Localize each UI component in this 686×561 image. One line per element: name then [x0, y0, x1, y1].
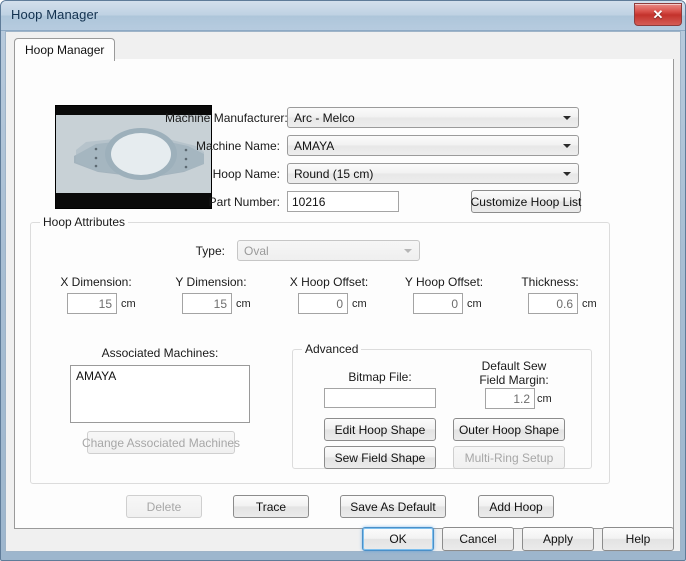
machine-manufacturer-combo[interactable]: Arc - Melco — [287, 107, 579, 128]
y-hoop-offset-label: Y Hoop Offset: — [404, 275, 484, 289]
trace-label: Trace — [255, 499, 287, 514]
y-dimension-unit: cm — [236, 298, 251, 310]
delete-button: Delete — [126, 495, 202, 518]
thickness-input[interactable] — [528, 293, 578, 314]
outer-hoop-shape-button[interactable]: Outer Hoop Shape — [453, 418, 565, 441]
associated-machines-label: Associated Machines: — [101, 346, 219, 360]
outer-hoop-shape-label: Outer Hoop Shape — [458, 422, 560, 437]
edit-hoop-shape-label: Edit Hoop Shape — [334, 422, 426, 437]
edit-hoop-shape-button[interactable]: Edit Hoop Shape — [324, 418, 436, 441]
default-sew-margin-label-line2: Field Margin: — [479, 373, 549, 387]
hoop-name-label: Hoop Name: — [212, 167, 280, 181]
default-sew-margin-label-line1: Default Sew — [481, 359, 547, 373]
apply-button[interactable]: Apply — [522, 527, 594, 551]
machine-name-label: Machine Name: — [195, 139, 280, 153]
change-associated-machines-label: Change Associated Machines — [81, 435, 241, 450]
chevron-down-icon — [563, 116, 571, 120]
close-button[interactable]: ✕ — [634, 3, 682, 26]
sew-field-shape-label: Sew Field Shape — [334, 450, 426, 465]
type-value: Oval — [244, 244, 269, 258]
tab-hoop-manager[interactable]: Hoop Manager — [14, 38, 116, 61]
tab-panel: Machine Manufacturer: Arc - Melco Machin… — [14, 59, 674, 529]
machine-name-combo[interactable]: AMAYA — [287, 135, 579, 156]
title-bar: Hoop Manager ✕ — [1, 1, 685, 31]
bitmap-file-label: Bitmap File: — [348, 370, 412, 384]
hoop-name-value: Round (15 cm) — [294, 167, 374, 181]
hoop-name-combo[interactable]: Round (15 cm) — [287, 163, 579, 184]
part-number-label: Part Number: — [208, 195, 280, 209]
x-dimension-input[interactable] — [67, 293, 117, 314]
cancel-button[interactable]: Cancel — [442, 527, 514, 551]
apply-label: Apply — [542, 532, 574, 546]
tab-strip: Hoop Manager — [14, 38, 674, 61]
multi-ring-setup-label: Multi-Ring Setup — [464, 450, 554, 465]
type-label: Type: — [195, 244, 225, 258]
part-number-input[interactable] — [287, 191, 399, 212]
help-label: Help — [625, 532, 651, 546]
tab-label: Hoop Manager — [25, 43, 105, 57]
customize-hoop-list-button[interactable]: Customize Hoop List — [471, 190, 581, 213]
cancel-label: Cancel — [459, 532, 497, 546]
chevron-down-icon — [404, 249, 412, 253]
type-combo[interactable]: Oval — [237, 240, 420, 261]
x-hoop-offset-input[interactable] — [298, 293, 348, 314]
y-hoop-offset-input[interactable] — [413, 293, 463, 314]
list-item[interactable]: AMAYA — [71, 366, 249, 383]
change-associated-machines-button: Change Associated Machines — [82, 431, 240, 454]
delete-label: Delete — [146, 499, 182, 514]
x-hoop-offset-label: X Hoop Offset: — [289, 275, 369, 289]
ok-button[interactable]: OK — [362, 527, 434, 551]
multi-ring-setup-button: Multi-Ring Setup — [453, 446, 565, 469]
x-dimension-unit: cm — [121, 298, 136, 310]
default-sew-field-margin-unit: cm — [537, 393, 552, 405]
machine-manufacturer-label: Machine Manufacturer: — [165, 111, 288, 125]
y-hoop-offset-unit: cm — [467, 298, 482, 310]
sew-field-shape-button[interactable]: Sew Field Shape — [324, 446, 436, 469]
thickness-unit: cm — [582, 298, 597, 310]
add-hoop-button[interactable]: Add Hoop — [478, 495, 554, 518]
thickness-label: Thickness: — [521, 275, 579, 289]
save-as-default-label: Save As Default — [350, 499, 436, 514]
chevron-down-icon — [563, 172, 571, 176]
ok-label: OK — [389, 532, 407, 546]
default-sew-field-margin-input[interactable] — [485, 388, 535, 409]
x-dimension-label: X Dimension: — [60, 275, 132, 289]
help-button[interactable]: Help — [602, 527, 674, 551]
bitmap-file-input[interactable] — [324, 388, 436, 408]
window-title: Hoop Manager — [11, 7, 99, 22]
add-hoop-label: Add Hoop — [489, 499, 543, 514]
y-dimension-label: Y Dimension: — [175, 275, 247, 289]
hoop-manager-window: Hoop Manager ✕ Hoop Manager Machine Manu… — [0, 0, 686, 561]
associated-machines-listbox[interactable]: AMAYA — [70, 365, 250, 423]
chevron-down-icon — [563, 144, 571, 148]
hoop-attributes-title: Hoop Attributes — [40, 215, 129, 229]
client-area: Hoop Manager Machine Manufacturer: Arc -… — [5, 31, 681, 552]
customize-hoop-list-label: Customize Hoop List — [470, 194, 582, 209]
machine-name-value: AMAYA — [294, 139, 335, 153]
trace-button[interactable]: Trace — [233, 495, 309, 518]
machine-manufacturer-value: Arc - Melco — [294, 111, 355, 125]
save-as-default-button[interactable]: Save As Default — [340, 495, 446, 518]
y-dimension-input[interactable] — [182, 293, 232, 314]
close-icon: ✕ — [652, 7, 664, 22]
advanced-title: Advanced — [302, 342, 362, 356]
x-hoop-offset-unit: cm — [352, 298, 367, 310]
